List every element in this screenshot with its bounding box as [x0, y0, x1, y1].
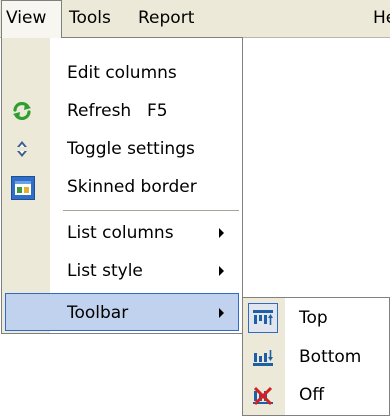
- menu-item-label: List style: [67, 261, 143, 281]
- menu-report[interactable]: Report: [138, 0, 194, 37]
- menu-item-refresh[interactable]: Refresh F5: [3, 92, 241, 130]
- menu-item-edit-columns[interactable]: Edit columns: [3, 54, 241, 92]
- submenu-arrow-icon: [219, 266, 224, 276]
- submenu-item-label: Bottom: [299, 347, 362, 367]
- menu-view-label: View: [6, 8, 47, 28]
- submenu-arrow-icon: [219, 308, 224, 318]
- menu-help-label: He: [373, 8, 390, 28]
- menu-item-shortcut: F5: [147, 101, 168, 121]
- menu-item-label: List columns: [67, 223, 174, 243]
- menu-tools-label: Tools: [69, 8, 111, 28]
- menu-item-skinned-border[interactable]: Skinned border: [3, 168, 241, 206]
- submenu-arrow-icon: [219, 228, 224, 238]
- menu-bar: View Tools Report He: [0, 0, 390, 38]
- menu-item-list-style[interactable]: List style: [3, 252, 241, 290]
- skinned-border-icon: [11, 176, 35, 200]
- view-dropdown-menu: Edit columns Refresh F5 Toggle settings: [1, 37, 243, 334]
- menu-tools[interactable]: Tools: [69, 0, 111, 37]
- submenu-item-top[interactable]: Top: [244, 299, 388, 337]
- menu-separator: [63, 210, 239, 211]
- toolbar-submenu: Top Bottom Off: [242, 297, 390, 416]
- menu-item-label: Skinned border: [67, 177, 197, 197]
- menu-item-list-columns[interactable]: List columns: [3, 214, 241, 252]
- toggle-settings-icon: [11, 138, 33, 160]
- menu-item-toggle-settings[interactable]: Toggle settings: [3, 130, 241, 168]
- submenu-item-label: Off: [299, 385, 325, 405]
- toolbar-bottom-icon: [252, 346, 274, 368]
- menu-report-label: Report: [138, 8, 195, 28]
- menu-item-label: Toolbar: [67, 303, 129, 323]
- menu-view[interactable]: View: [1, 0, 62, 38]
- toolbar-off-icon: [252, 384, 274, 406]
- menu-item-label: Toggle settings: [67, 139, 195, 159]
- menu-item-label: Edit columns: [67, 63, 177, 83]
- submenu-item-off[interactable]: Off: [244, 376, 388, 414]
- menu-help[interactable]: He: [373, 0, 390, 37]
- toolbar-top-icon: [252, 307, 274, 329]
- refresh-icon: [11, 100, 33, 122]
- menu-item-toolbar[interactable]: Toolbar: [5, 293, 239, 331]
- submenu-item-label: Top: [299, 308, 328, 328]
- submenu-item-bottom[interactable]: Bottom: [244, 338, 388, 376]
- menu-item-label: Refresh: [67, 101, 132, 121]
